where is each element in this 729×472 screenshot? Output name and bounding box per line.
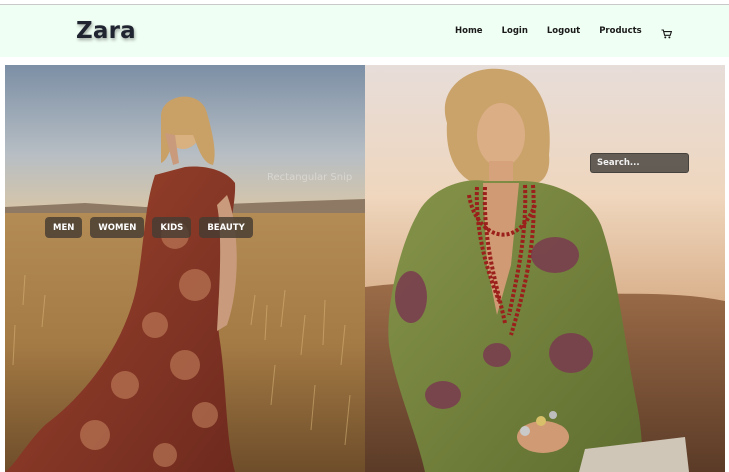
category-button-kids[interactable]: KIDS [152, 217, 192, 238]
navbar: Zara Home Login Logout Products [0, 5, 729, 57]
category-menu: MEN WOMEN KIDS BEAUTY [45, 217, 261, 238]
nav-links: Home Login Logout Products [455, 26, 672, 39]
nav-home-link[interactable]: Home [455, 26, 483, 36]
category-button-women[interactable]: WOMEN [90, 217, 145, 238]
brand-logo[interactable]: Zara [76, 18, 136, 44]
category-button-men[interactable]: MEN [45, 217, 83, 238]
hero-banner: Rectangular Snip MEN WOMEN KIDS BEAUTY [5, 65, 725, 472]
hero-image-left [5, 65, 365, 472]
nav-products-link[interactable]: Products [599, 26, 642, 36]
nav-logout-link[interactable]: Logout [547, 26, 580, 36]
hero-image-right [365, 65, 725, 472]
nav-login-link[interactable]: Login [502, 26, 528, 36]
watermark-text: Rectangular Snip [267, 172, 353, 183]
search-input[interactable] [590, 153, 689, 173]
category-button-beauty[interactable]: BEAUTY [199, 217, 253, 238]
shopping-cart-icon[interactable] [661, 26, 672, 39]
